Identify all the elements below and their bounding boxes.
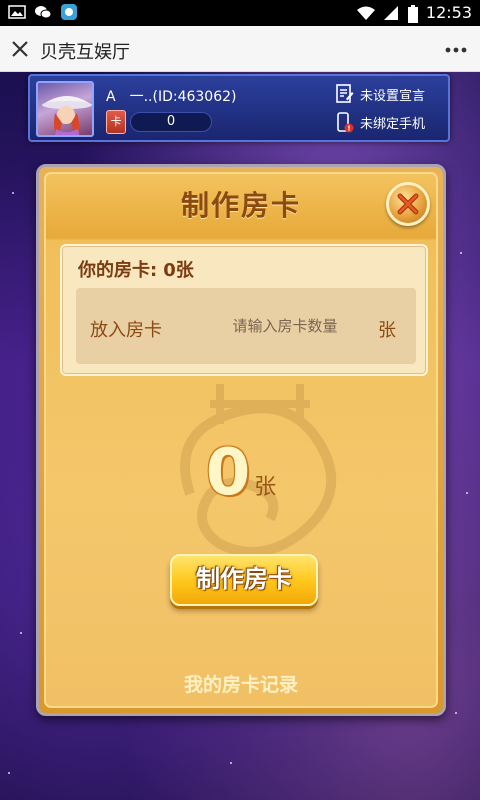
close-icon[interactable]: [8, 37, 32, 61]
room-card-icon: 卡: [106, 110, 126, 134]
bind-phone-link[interactable]: 未绑定手机: [336, 112, 426, 133]
game-area: A 一..(ID:463062) 卡 0 未设置宣言 未绑定手机 制作房卡 你的…: [0, 72, 480, 800]
room-card-info-box: 你的房卡:0张 放入房卡 张: [60, 244, 428, 376]
clock: 12:53: [425, 3, 472, 22]
avatar[interactable]: [36, 81, 94, 137]
card-count-display: 0张: [46, 436, 436, 510]
phone-icon: [336, 112, 354, 133]
quantity-unit: 张: [378, 320, 396, 341]
image-icon: [8, 4, 26, 20]
owned-label: 你的房卡:: [78, 260, 158, 281]
app-icon: [60, 4, 78, 20]
card-quantity-input[interactable]: [210, 312, 360, 340]
wifi-icon: [356, 5, 375, 21]
owned-room-cards: 你的房卡: 0张: [78, 256, 194, 282]
document-edit-icon: [336, 84, 354, 104]
more-icon[interactable]: [444, 38, 468, 62]
make-room-card-button[interactable]: 制作房卡: [170, 554, 318, 606]
set-declaration-link[interactable]: 未设置宣言: [336, 84, 425, 104]
card-count-number: 0: [205, 436, 251, 510]
player-profile-panel: A 一..(ID:463062) 卡 0 未设置宣言 未绑定手机: [28, 74, 450, 142]
dialog-body: 制作房卡 你的房卡:0张 放入房卡 张: [44, 172, 438, 708]
webview-title-bar: 贝壳互娱厅: [0, 26, 480, 72]
bind-phone-label: 未绑定手机: [360, 116, 426, 132]
room-card-count: 0: [130, 112, 212, 132]
put-in-card-label: 放入房卡: [90, 320, 162, 341]
my-room-card-records-link[interactable]: 我的房卡记录: [46, 670, 436, 697]
wechat-icon: [34, 4, 52, 20]
owned-value: 0张: [163, 260, 194, 281]
card-quantity-row: 放入房卡 张: [76, 288, 416, 364]
status-right: 12:53: [356, 3, 472, 23]
battery-icon: [407, 4, 418, 23]
card-count-unit: 张: [254, 475, 277, 500]
close-icon: [397, 193, 419, 215]
status-left-icons: [8, 4, 78, 20]
signal-icon: [382, 5, 400, 21]
set-declaration-label: 未设置宣言: [360, 88, 426, 104]
player-name: A 一..(ID:463062): [106, 89, 237, 105]
page-title: 贝壳互娱厅: [40, 42, 130, 63]
dialog-close-button[interactable]: [386, 182, 430, 226]
make-room-card-dialog: 制作房卡 你的房卡:0张 放入房卡 张: [36, 164, 446, 716]
dialog-title: 制作房卡: [180, 189, 301, 222]
status-bar: 12:53: [0, 0, 480, 26]
